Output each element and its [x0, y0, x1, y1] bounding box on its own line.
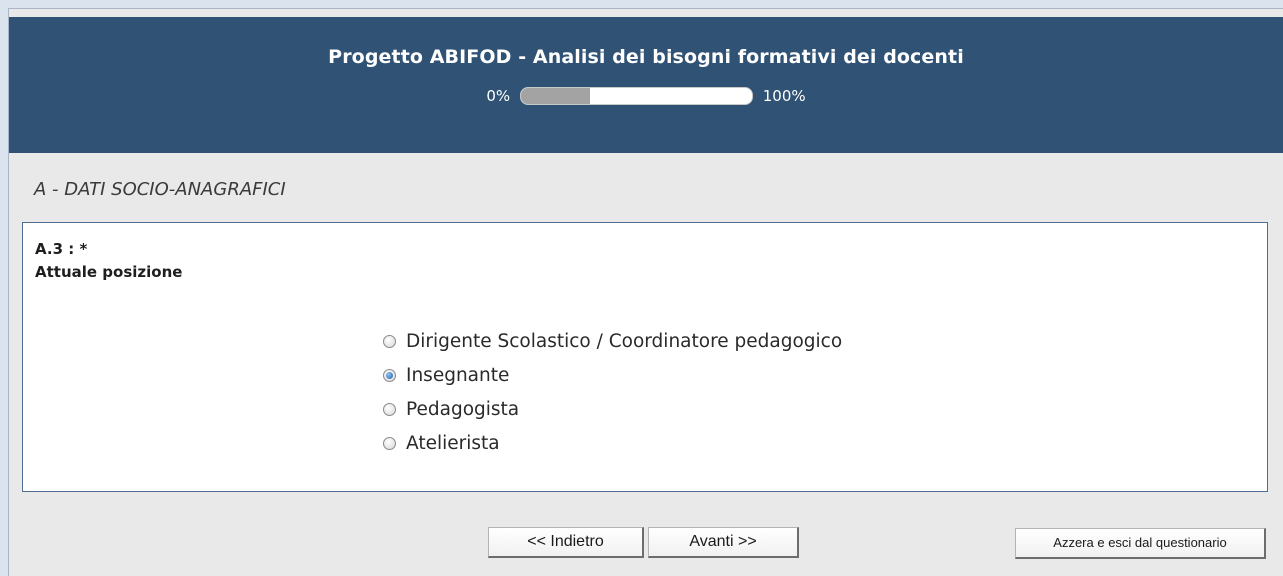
question-text: Attuale posizione	[35, 263, 183, 281]
option-atelierista[interactable]: Atelierista	[383, 426, 842, 460]
radio-button[interactable]	[383, 334, 396, 348]
answer-options: Dirigente Scolastico / Coordinatore peda…	[383, 324, 842, 460]
progress-end-label: 100%	[762, 86, 806, 105]
option-label: Pedagogista	[406, 398, 520, 420]
next-button[interactable]: Avanti >>	[648, 527, 799, 558]
survey-title: Progetto ABIFOD - Analisi dei bisogni fo…	[328, 46, 964, 68]
option-insegnante[interactable]: Insegnante	[383, 358, 842, 392]
progress-start-label: 0%	[486, 86, 511, 105]
reset-exit-button[interactable]: Azzera e esci dal questionario	[1015, 528, 1266, 559]
question-box: A.3 : * Attuale posizione Dirigente Scol…	[22, 222, 1268, 492]
progress-bar	[519, 86, 753, 105]
survey-page: Progetto ABIFOD - Analisi dei bisogni fo…	[8, 8, 1283, 576]
radio-button[interactable]	[383, 436, 396, 450]
survey-header: Progetto ABIFOD - Analisi dei bisogni fo…	[9, 17, 1283, 153]
option-label: Atelierista	[406, 432, 500, 454]
option-label: Insegnante	[406, 364, 510, 386]
required-marker: *	[79, 240, 88, 258]
back-button[interactable]: << Indietro	[488, 527, 644, 558]
section-title: A - DATI SOCIO-ANAGRAFICI	[34, 179, 286, 200]
option-label: Dirigente Scolastico / Coordinatore peda…	[406, 330, 843, 352]
progress-fill	[520, 87, 591, 104]
option-pedagogista[interactable]: Pedagogista	[383, 392, 842, 426]
option-dirigente[interactable]: Dirigente Scolastico / Coordinatore peda…	[383, 324, 842, 358]
progress-indicator: 0% 100%	[9, 83, 1283, 107]
question-code: A.3 : *	[35, 240, 87, 258]
radio-button[interactable]	[383, 402, 396, 416]
question-code-label: A.3 :	[35, 240, 80, 258]
radio-button[interactable]	[383, 368, 396, 382]
